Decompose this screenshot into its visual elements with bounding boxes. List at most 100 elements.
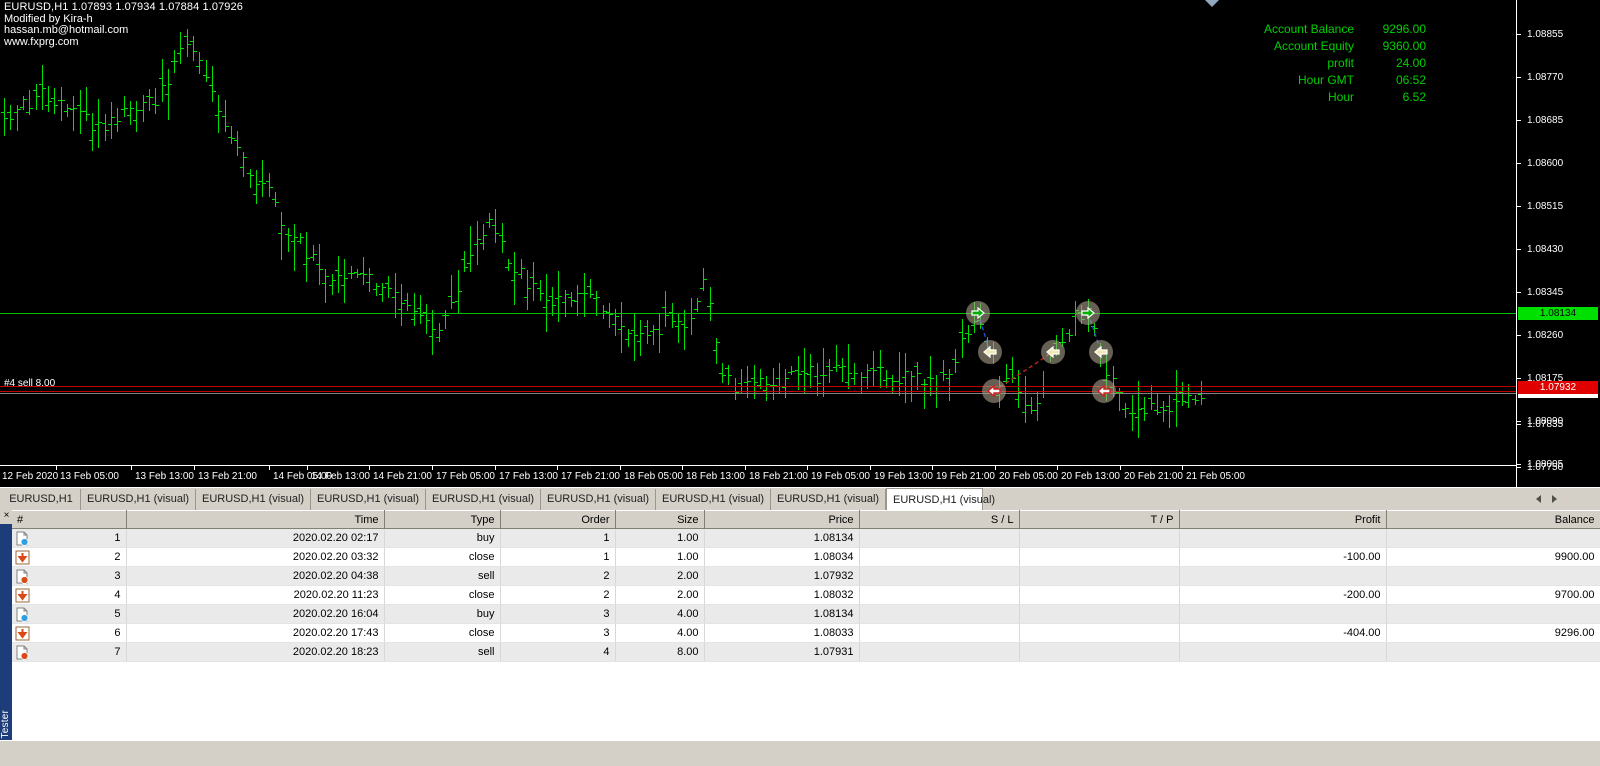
results-table-body[interactable]: 12020.02.20 02:17buy11.001.0813422020.02… bbox=[12, 529, 1600, 662]
trade-marker-close-2[interactable] bbox=[1041, 340, 1065, 364]
tab-scroll-left-button[interactable] bbox=[1532, 492, 1544, 506]
price-axis[interactable]: 1.088551.087701.086851.086001.085151.084… bbox=[1516, 0, 1600, 487]
account-info-label: Account Equity bbox=[1204, 38, 1354, 55]
chart-tab[interactable]: EURUSD,H1 (visual) bbox=[426, 489, 541, 510]
ask-price-badge: 1.07932 bbox=[1518, 381, 1598, 394]
account-info-value: 24.00 bbox=[1354, 55, 1426, 72]
results-cell-profit: -100.00 bbox=[1179, 548, 1386, 567]
results-cell-price: 1.08134 bbox=[704, 529, 859, 548]
account-info-row: Hour GMT06:52 bbox=[1204, 72, 1426, 89]
account-info-label: Account Balance bbox=[1204, 21, 1354, 38]
results-table: #TimeTypeOrderSizePriceS / LT / PProfitB… bbox=[12, 510, 1600, 662]
results-cell-order: 1 bbox=[500, 548, 615, 567]
results-column-header[interactable]: # bbox=[12, 511, 126, 529]
results-cell-tp bbox=[1019, 643, 1179, 662]
results-cell-order: 4 bbox=[500, 643, 615, 662]
trade-marker-close-1[interactable] bbox=[978, 340, 1002, 364]
results-cell-time: 2020.02.20 16:04 bbox=[126, 605, 384, 624]
tester-rail-background: Tester bbox=[0, 524, 12, 766]
chart-tab[interactable]: EURUSD,H1 (visual) bbox=[656, 489, 771, 510]
results-cell-num: 1 bbox=[12, 529, 126, 548]
results-cell-time: 2020.02.20 02:17 bbox=[126, 529, 384, 548]
close-order-icon bbox=[15, 588, 30, 603]
results-cell-profit: -404.00 bbox=[1179, 624, 1386, 643]
results-cell-price: 1.07932 bbox=[704, 567, 859, 586]
results-cell-size: 1.00 bbox=[615, 529, 704, 548]
table-row[interactable]: 62020.02.20 17:43close34.001.08033-404.0… bbox=[12, 624, 1600, 643]
chart-tab[interactable]: EURUSD,H1 (visual) bbox=[196, 489, 311, 510]
chart-area[interactable]: #4 sell 8.00 bbox=[0, 0, 1600, 487]
account-info-value: 9296.00 bbox=[1354, 21, 1426, 38]
table-row[interactable]: 52020.02.20 16:04buy34.001.08134 bbox=[12, 605, 1600, 624]
results-cell-balance: 9900.00 bbox=[1386, 548, 1600, 567]
results-cell-profit bbox=[1179, 643, 1386, 662]
table-row[interactable]: 32020.02.20 04:38sell22.001.07932 bbox=[12, 567, 1600, 586]
price-axis-tick: 1.08685 bbox=[1517, 115, 1600, 127]
results-column-header[interactable]: Balance bbox=[1386, 511, 1600, 529]
results-cell-type: sell bbox=[384, 567, 500, 586]
results-cell-sl bbox=[859, 567, 1019, 586]
results-cell-balance bbox=[1386, 567, 1600, 586]
results-cell-profit: -200.00 bbox=[1179, 586, 1386, 605]
open-order-icon bbox=[15, 607, 30, 622]
close-icon[interactable]: × bbox=[1, 510, 12, 522]
row-index: 1 bbox=[114, 532, 120, 544]
results-cell-sl bbox=[859, 643, 1019, 662]
results-cell-profit bbox=[1179, 605, 1386, 624]
chart-tab[interactable]: EURUSD,H1 (visual) bbox=[886, 488, 983, 511]
trade-marker-sell-4[interactable] bbox=[1092, 379, 1116, 403]
results-column-header[interactable]: T / P bbox=[1019, 511, 1179, 529]
row-index: 5 bbox=[114, 608, 120, 620]
results-column-header[interactable]: Price bbox=[704, 511, 859, 529]
chart-tab[interactable]: EURUSD,H1 (visual) bbox=[541, 489, 656, 510]
results-cell-order: 2 bbox=[500, 567, 615, 586]
table-row[interactable]: 72020.02.20 18:23sell48.001.07931 bbox=[12, 643, 1600, 662]
bid-price-badge: 1.08134 bbox=[1518, 307, 1598, 320]
price-axis-tick: 1.08260 bbox=[1517, 330, 1600, 342]
table-row[interactable]: 22020.02.20 03:32close11.001.08034-100.0… bbox=[12, 548, 1600, 567]
table-row[interactable]: 42020.02.20 11:23close22.001.08032-200.0… bbox=[12, 586, 1600, 605]
price-axis-tick: 1.08855 bbox=[1517, 29, 1600, 41]
chart-tab[interactable]: EURUSD,H1 bbox=[2, 489, 81, 510]
chart-canvas[interactable]: #4 sell 8.00 bbox=[0, 0, 1516, 487]
results-column-header[interactable]: Time bbox=[126, 511, 384, 529]
results-cell-price: 1.08032 bbox=[704, 586, 859, 605]
results-cell-num: 2 bbox=[12, 548, 126, 567]
account-info-row: profit24.00 bbox=[1204, 55, 1426, 72]
chart-tab-bar[interactable]: EURUSD,H1EURUSD,H1 (visual)EURUSD,H1 (vi… bbox=[0, 487, 1600, 510]
account-info-row: Account Equity9360.00 bbox=[1204, 38, 1426, 55]
chart-tab[interactable]: EURUSD,H1 (visual) bbox=[311, 489, 426, 510]
results-table-header-row[interactable]: #TimeTypeOrderSizePriceS / LT / PProfitB… bbox=[12, 511, 1600, 529]
trade-marker-buy-1[interactable] bbox=[966, 301, 990, 325]
trade-marker-sell-2[interactable] bbox=[982, 379, 1006, 403]
results-cell-type: close bbox=[384, 624, 500, 643]
results-column-header[interactable]: Order bbox=[500, 511, 615, 529]
account-info-label: profit bbox=[1204, 55, 1354, 72]
open-order-icon bbox=[15, 569, 30, 584]
results-cell-sl bbox=[859, 548, 1019, 567]
results-cell-balance bbox=[1386, 605, 1600, 624]
results-cell-time: 2020.02.20 03:32 bbox=[126, 548, 384, 567]
close-order-icon bbox=[15, 626, 30, 641]
open-order-icon bbox=[15, 645, 30, 660]
table-row[interactable]: 12020.02.20 02:17buy11.001.08134 bbox=[12, 529, 1600, 548]
account-info-value: 9360.00 bbox=[1354, 38, 1426, 55]
price-axis-tick: 1.07750 bbox=[1517, 462, 1600, 474]
account-info-panel: Account Balance9296.00Account Equity9360… bbox=[1204, 21, 1426, 106]
tab-scroll-right-button[interactable] bbox=[1548, 492, 1560, 506]
chart-top-marker-icon bbox=[1205, 0, 1219, 7]
results-cell-sl bbox=[859, 586, 1019, 605]
chart-email-line: hassan.mb@hotmail.com bbox=[4, 25, 243, 37]
results-grid[interactable]: #TimeTypeOrderSizePriceS / LT / PProfitB… bbox=[12, 510, 1600, 718]
results-column-header[interactable]: Type bbox=[384, 511, 500, 529]
chart-tab[interactable]: EURUSD,H1 (visual) bbox=[771, 489, 886, 510]
results-column-header[interactable]: Profit bbox=[1179, 511, 1386, 529]
results-column-header[interactable]: S / L bbox=[859, 511, 1019, 529]
trade-marker-close-3[interactable] bbox=[1089, 340, 1113, 364]
trade-marker-buy-3[interactable] bbox=[1076, 301, 1100, 325]
results-cell-size: 2.00 bbox=[615, 586, 704, 605]
results-cell-balance bbox=[1386, 643, 1600, 662]
metatrader-strategy-tester-window: #4 sell 8.00 bbox=[0, 0, 1600, 766]
chart-tab[interactable]: EURUSD,H1 (visual) bbox=[81, 489, 196, 510]
results-column-header[interactable]: Size bbox=[615, 511, 704, 529]
